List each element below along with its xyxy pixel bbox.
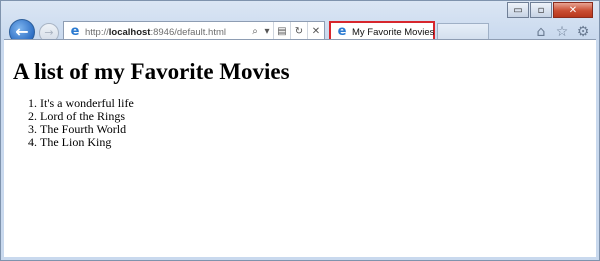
list-item: The Lion King	[40, 136, 596, 149]
url-host: localhost	[108, 26, 151, 38]
list-item: The Fourth World	[40, 123, 596, 136]
forward-arrow-icon: →	[44, 26, 54, 39]
favorites-star-icon[interactable]: ☆	[554, 24, 570, 40]
ie-page-icon: e	[70, 24, 80, 39]
tab-title: My Favorite Movies	[352, 26, 435, 38]
url-text[interactable]: http://localhost:8946/default.html	[85, 27, 249, 38]
home-icon[interactable]: ⌂	[533, 24, 549, 40]
browser-window: ▭ ▫ ✕ ← → e http://localhost:8946/defaul…	[0, 0, 600, 261]
url-path: :8946/default.html	[150, 26, 226, 38]
movie-list: It's a wonderful life Lord of the Rings …	[4, 97, 596, 149]
tools-gear-icon[interactable]: ⚙	[575, 24, 591, 40]
page-title: A list of my Favorite Movies	[13, 59, 290, 84]
url-scheme: http://	[85, 26, 109, 38]
page-content: A list of my Favorite Movies It's a wond…	[4, 39, 596, 257]
tab-page-icon: e	[337, 24, 347, 39]
browser-toolbar-icons: ⌂ ☆ ⚙	[528, 24, 591, 40]
